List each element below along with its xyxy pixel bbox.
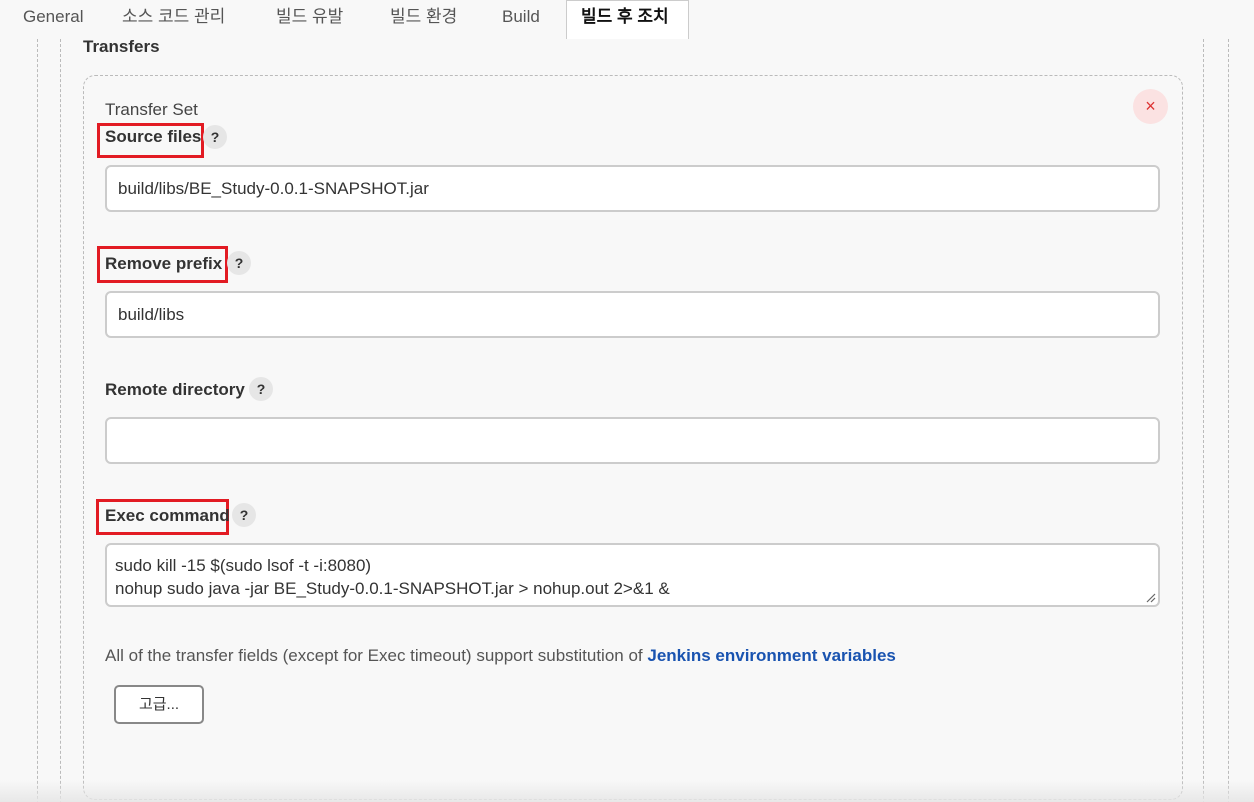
resize-grip-icon[interactable] [1145, 592, 1156, 603]
tab-general[interactable]: General [23, 0, 83, 39]
exec-command-label: Exec command [105, 506, 230, 525]
substitution-note-text: All of the transfer fields (except for E… [105, 646, 648, 665]
remove-prefix-help-icon[interactable]: ? [227, 251, 251, 275]
jenkins-env-vars-link[interactable]: Jenkins environment variables [647, 646, 896, 665]
exec-command-help-icon[interactable]: ? [232, 503, 256, 527]
transfers-title: Transfers [83, 37, 160, 56]
tab-build-environment[interactable]: 빌드 환경 [390, 0, 457, 39]
transfer-set-label: Transfer Set [105, 100, 198, 119]
advanced-button[interactable]: 고급... [114, 685, 204, 724]
remove-prefix-label: Remove prefix [105, 254, 223, 273]
close-icon[interactable]: × [1133, 89, 1168, 124]
source-files-help-icon[interactable]: ? [203, 125, 227, 149]
tab-source-code-management[interactable]: 소스 코드 관리 [122, 0, 225, 39]
tab-build-triggers[interactable]: 빌드 유발 [276, 0, 343, 39]
remote-directory-help-icon[interactable]: ? [249, 377, 273, 401]
exec-command-textarea[interactable]: sudo kill -15 $(sudo lsof -t -i:8080) no… [105, 543, 1160, 607]
jenkins-config-page: General 소스 코드 관리 빌드 유발 빌드 환경 Build 빌드 후 … [0, 0, 1254, 802]
remove-prefix-input[interactable] [105, 291, 1160, 338]
tab-build[interactable]: Build [502, 0, 540, 39]
bottom-bar-shadow [0, 780, 1254, 802]
tab-post-build-actions[interactable]: 빌드 후 조치 [566, 0, 689, 39]
remote-directory-label: Remote directory [105, 380, 245, 399]
tab-bar: General 소스 코드 관리 빌드 유발 빌드 환경 Build 빌드 후 … [0, 0, 1254, 39]
substitution-note: All of the transfer fields (except for E… [105, 646, 896, 666]
source-files-input[interactable] [105, 165, 1160, 212]
source-files-label: Source files [105, 127, 202, 146]
remote-directory-input[interactable] [105, 417, 1160, 464]
